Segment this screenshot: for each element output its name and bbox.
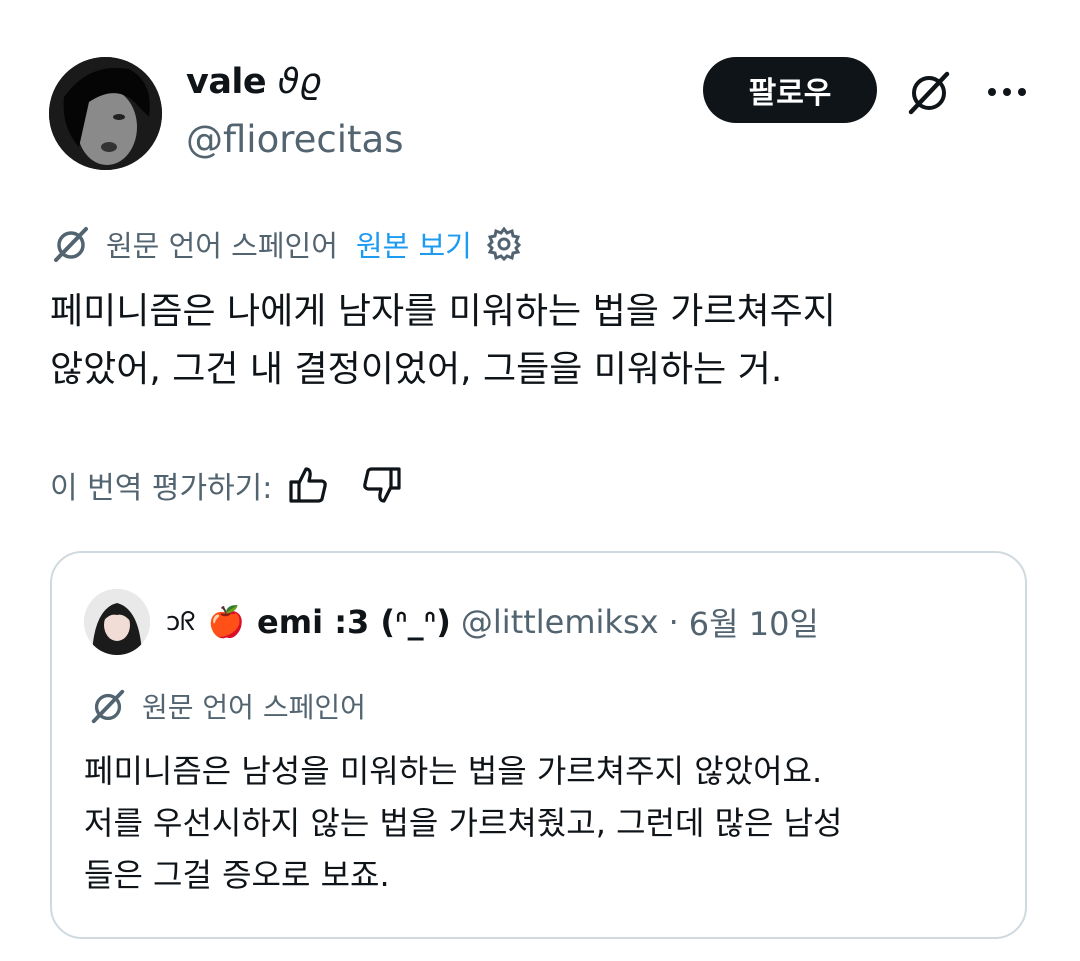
apple-emoji-icon: 🍎 (207, 604, 246, 640)
gear-icon[interactable] (486, 226, 522, 262)
thumbs-up-icon[interactable] (286, 463, 330, 507)
source-language-label: 원문 언어 스페인어 (106, 229, 338, 263)
quoted-tweet-date: 6월 10일 (688, 605, 819, 643)
quoted-translation-notice: 원문 언어 스페인어 (88, 686, 366, 726)
quoted-author-avatar[interactable] (84, 589, 150, 655)
quoted-source-language-label: 원문 언어 스페인어 (142, 691, 366, 724)
follow-button[interactable]: 팔로우 (703, 57, 877, 123)
author-handle[interactable]: @fliorecitas (186, 118, 403, 161)
author-avatar[interactable] (49, 57, 162, 170)
quoted-tweet-text: 페미니즘은 남성을 미워하는 법을 가르쳐주지 않았어요. 저를 우선시하지 않… (84, 745, 1014, 901)
quoted-author-handle: @littlemiksx (460, 603, 659, 641)
more-dots-icon[interactable] (985, 78, 1029, 106)
tweet-line: 않았어, 그건 내 결정이었어, 그들을 미워하는 거. (50, 349, 783, 390)
translate-icon (50, 223, 92, 265)
quoted-author-name-deco: ɔᖇ (166, 606, 196, 637)
quoted-tweet-line: 들은 그걸 증오로 보죠. (84, 856, 390, 894)
meta-separator: · (668, 603, 679, 641)
quoted-author-name: emi :3 (ᐢ_ᐢ) (257, 603, 451, 641)
quoted-tweet-header: ɔᖇ 🍎 emi :3 (ᐢ_ᐢ) @littlemiksx · 6월 10일 (166, 597, 819, 647)
author-display-name[interactable]: vale ϑϱ (186, 62, 321, 102)
tweet-text: 페미니즘은 나에게 남자를 미워하는 법을 가르쳐주지 않았어, 그건 내 결정… (50, 283, 1040, 399)
quoted-tweet-line: 페미니즘은 남성을 미워하는 법을 가르쳐주지 않았어요. (84, 752, 823, 790)
translation-notice: 원문 언어 스페인어 원본 보기 (50, 224, 522, 264)
thumbs-down-icon[interactable] (360, 463, 404, 507)
translate-icon (88, 686, 128, 726)
quoted-tweet-line: 저를 우선시하지 않는 법을 가르쳐줬고, 그런데 많은 남성 (84, 804, 843, 842)
rate-translation: 이 번역 평가하기: (50, 462, 404, 508)
tweet-line: 페미니즘은 나에게 남자를 미워하는 법을 가르쳐주지 (50, 291, 836, 332)
author-name-deco: ϑϱ (277, 62, 321, 102)
show-original-link[interactable]: 원본 보기 (356, 223, 472, 265)
author-name: vale (186, 62, 267, 102)
slashed-circle-icon[interactable] (903, 66, 955, 118)
rate-translation-label: 이 번역 평가하기: (50, 471, 273, 506)
